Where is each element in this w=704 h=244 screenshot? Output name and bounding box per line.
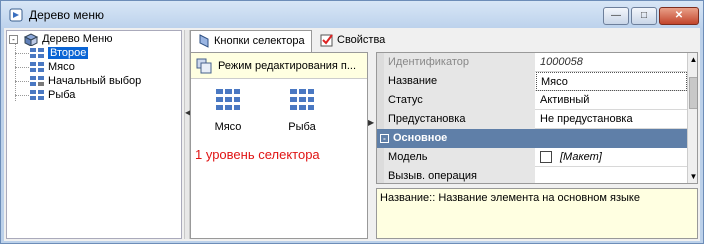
property-value[interactable]: Не предустановка xyxy=(536,110,687,129)
minimize-button[interactable]: — xyxy=(603,7,629,25)
menu-tree[interactable]: - Дерево Меню Второе Мясо Начальный выбо… xyxy=(6,30,182,239)
property-value-input[interactable]: Мясо xyxy=(536,72,687,91)
tab-properties[interactable]: Свойства xyxy=(314,30,391,52)
expand-right-icon[interactable]: ▶ xyxy=(368,118,374,127)
property-name: Модель xyxy=(384,148,535,167)
tree-root-label: Дерево Меню xyxy=(42,33,113,45)
property-name: Вызыв. операция xyxy=(384,167,535,183)
tree-item-label: Второе xyxy=(48,47,89,59)
property-name: Идентификатор xyxy=(384,53,535,72)
tab-label: Кнопки селектора xyxy=(214,35,305,47)
property-value[interactable] xyxy=(536,167,687,183)
tree-item-initial-choice[interactable]: Начальный выбор xyxy=(29,75,141,88)
property-value[interactable]: [Макет] xyxy=(536,148,687,167)
property-grid[interactable]: Идентификатор 1000058 Название Мясо Стат… xyxy=(376,52,698,184)
collapse-icon[interactable]: - xyxy=(380,134,389,143)
grid-icon xyxy=(30,90,44,100)
property-row-model[interactable]: Модель [Макет] xyxy=(377,148,687,167)
tree-item-label: Начальный выбор xyxy=(48,75,142,87)
tree-item-ryba[interactable]: Рыба xyxy=(29,89,75,102)
selector-button-label: Рыба xyxy=(288,121,316,133)
property-name: Название xyxy=(384,72,535,91)
collapse-icon[interactable]: - xyxy=(9,35,18,44)
grid-icon xyxy=(30,76,44,86)
property-value: 1000058 xyxy=(540,56,583,68)
tree-item-myaso[interactable]: Мясо xyxy=(29,61,75,74)
right-splitter[interactable]: ▶ xyxy=(368,52,376,239)
scroll-thumb[interactable] xyxy=(689,77,697,109)
tab-label: Свойства xyxy=(337,34,386,46)
property-scrollbar[interactable]: ▲ ▼ xyxy=(687,53,697,183)
selector-button-label: Мясо xyxy=(214,121,242,133)
properties-icon xyxy=(320,34,333,47)
grid-icon xyxy=(216,89,240,110)
property-row-id[interactable]: Идентификатор 1000058 xyxy=(377,53,687,72)
tab-selector-buttons[interactable]: Кнопки селектора xyxy=(190,30,312,52)
close-button[interactable]: ✕ xyxy=(659,7,699,25)
client-area: - Дерево Меню Второе Мясо Начальный выбо… xyxy=(4,28,700,241)
tree-item-label: Рыба xyxy=(48,89,76,101)
category-header-main[interactable]: - Основное xyxy=(377,129,687,148)
grid-icon xyxy=(290,89,314,110)
tree-item-vtoroe[interactable]: Второе xyxy=(29,47,89,60)
edit-mode-icon xyxy=(196,58,212,74)
selector-level-text: 1 уровень селектора xyxy=(195,147,320,162)
grid-icon xyxy=(30,62,44,72)
category-label: Основное xyxy=(393,132,448,144)
minimize-icon: — xyxy=(611,10,621,21)
maximize-button[interactable]: □ xyxy=(631,7,657,25)
property-name: Статус xyxy=(384,91,535,110)
scroll-down-icon[interactable]: ▼ xyxy=(688,170,697,183)
selector-button-myaso[interactable]: Мясо xyxy=(203,87,253,133)
app-window: Дерево меню — □ ✕ - Дерево Меню Второе М… xyxy=(0,0,704,244)
property-row-preset[interactable]: Предустановка Не предустановка xyxy=(377,110,687,129)
selector-button-ryba[interactable]: Рыба xyxy=(277,87,327,133)
menu-tree-icon xyxy=(9,8,23,22)
property-row-call-op[interactable]: Вызыв. операция xyxy=(377,167,687,183)
maximize-icon: □ xyxy=(640,10,648,21)
scroll-up-icon[interactable]: ▲ xyxy=(688,53,697,66)
tree-item-label: Мясо xyxy=(48,61,75,73)
selector-icon xyxy=(199,34,209,48)
tab-bar: Кнопки селектора Свойства xyxy=(190,28,700,52)
close-icon: ✕ xyxy=(674,10,684,21)
property-value[interactable]: Активный xyxy=(536,91,687,110)
grid-icon xyxy=(30,48,44,58)
property-description: Название:: Название элемента на основном… xyxy=(376,188,698,239)
window-title: Дерево меню xyxy=(29,8,104,22)
title-bar[interactable]: Дерево меню — □ ✕ xyxy=(1,1,703,28)
edit-mode-bar[interactable]: Режим редактирования п... xyxy=(191,53,367,79)
model-checkbox[interactable] xyxy=(540,151,552,164)
property-name: Предустановка xyxy=(384,110,535,129)
model-value: [Макет] xyxy=(560,151,602,163)
tree-root[interactable]: - Дерево Меню xyxy=(9,33,113,46)
edit-mode-label: Режим редактирования п... xyxy=(218,60,357,72)
property-row-name[interactable]: Название Мясо xyxy=(377,72,687,91)
property-row-status[interactable]: Статус Активный xyxy=(377,91,687,110)
selector-panel: Режим редактирования п... Мясо Рыба 1 ур… xyxy=(190,52,368,239)
menu-tree-icon xyxy=(23,33,39,46)
